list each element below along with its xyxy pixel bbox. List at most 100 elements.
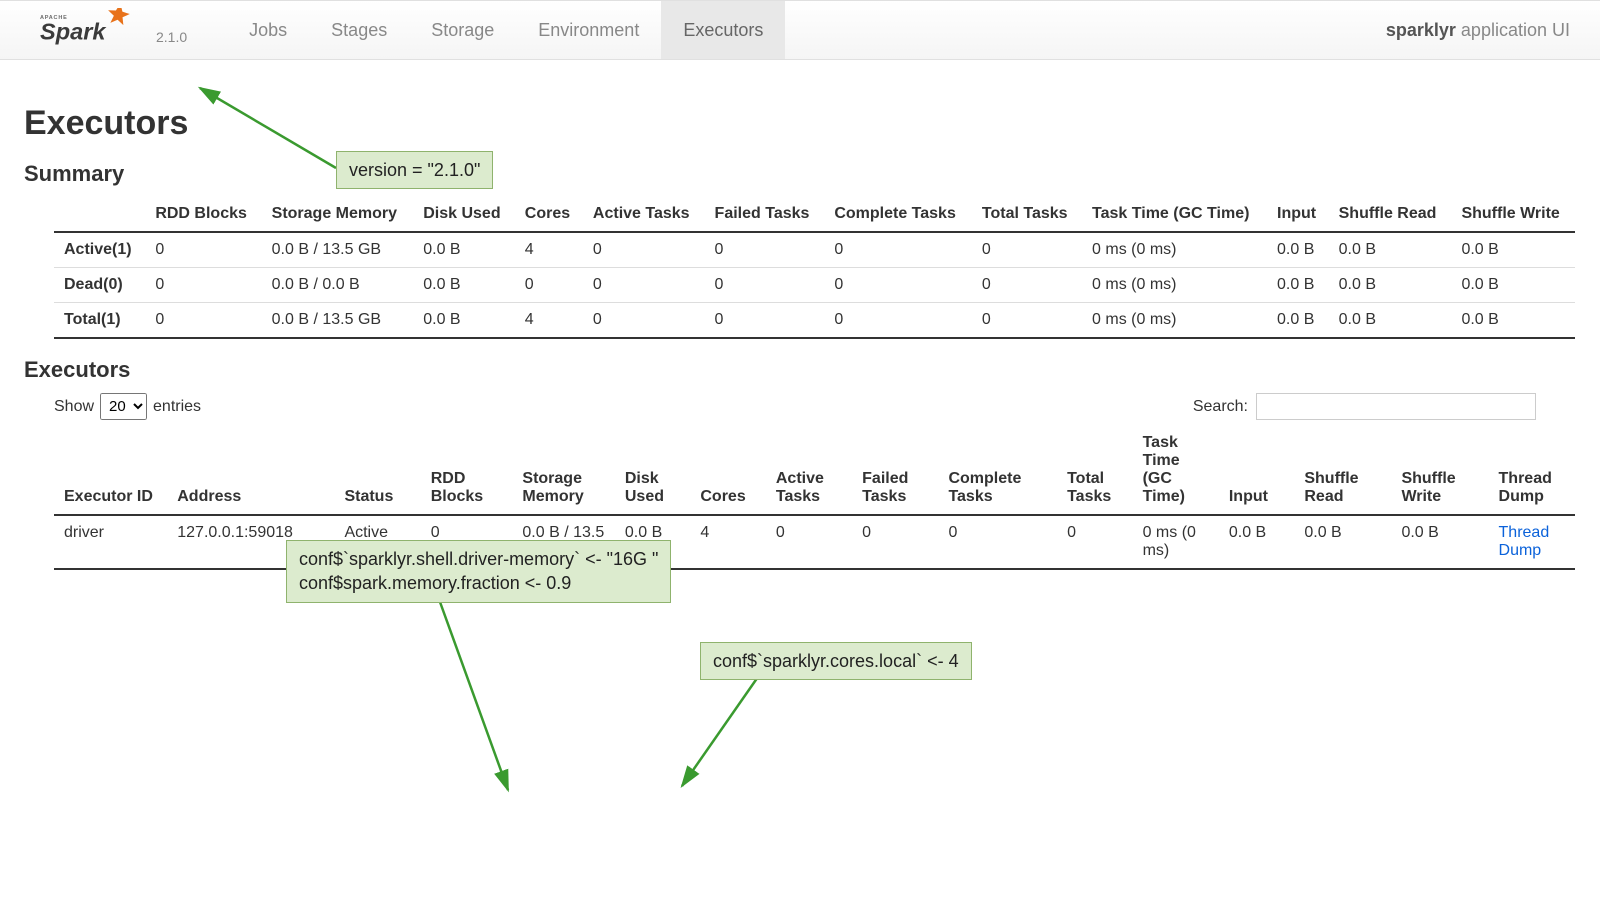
app-name: sparklyr application UI xyxy=(1386,20,1570,41)
summary-cell: 0 ms (0 ms) xyxy=(1082,303,1267,339)
summary-cell: 0 xyxy=(583,303,705,339)
summary-col-header[interactable]: Input xyxy=(1267,197,1329,232)
executor-cell: 0 xyxy=(852,515,938,569)
executors-col-header[interactable]: Input xyxy=(1219,426,1295,515)
summary-row: Dead(0)00.0 B / 0.0 B0.0 B000000 ms (0 m… xyxy=(54,268,1575,303)
summary-col-header[interactable]: Cores xyxy=(515,197,583,232)
nav-tab-environment[interactable]: Environment xyxy=(516,1,661,59)
summary-cell: 0.0 B xyxy=(413,303,515,339)
summary-cell: 0.0 B xyxy=(1451,268,1575,303)
executor-cell: 0.0 B xyxy=(1219,515,1295,569)
app-name-strong: sparklyr xyxy=(1386,20,1456,40)
navbar: Spark APACHE 2.1.0 JobsStagesStorageEnvi… xyxy=(0,0,1600,60)
executors-table: Executor IDAddressStatusRDD BlocksStorag… xyxy=(54,426,1575,570)
summary-col-header[interactable]: Disk Used xyxy=(413,197,515,232)
nav-tab-jobs[interactable]: Jobs xyxy=(227,1,309,59)
summary-cell: 0 xyxy=(145,268,261,303)
executors-col-header[interactable]: Cores xyxy=(690,426,766,515)
show-label: Show xyxy=(54,398,94,416)
page-title: Executors xyxy=(24,104,1576,143)
summary-cell: 0 xyxy=(705,232,825,268)
annotation-memory: conf$`sparklyr.shell.driver-memory` <- "… xyxy=(286,540,671,603)
summary-cell: 0 xyxy=(972,303,1082,339)
summary-cell: 0 xyxy=(145,232,261,268)
executor-cell: 0 xyxy=(1057,515,1133,569)
summary-cell: 0.0 B / 13.5 GB xyxy=(262,303,414,339)
thread-dump-link[interactable]: Thread Dump xyxy=(1499,524,1550,559)
summary-col-header[interactable]: Task Time (GC Time) xyxy=(1082,197,1267,232)
summary-cell: 0.0 B xyxy=(1451,232,1575,268)
executors-col-header[interactable]: Complete Tasks xyxy=(938,426,1057,515)
nav-tab-storage[interactable]: Storage xyxy=(409,1,516,59)
summary-row-label: Active(1) xyxy=(54,232,145,268)
executor-cell: 4 xyxy=(690,515,766,569)
summary-col-header[interactable]: Complete Tasks xyxy=(824,197,972,232)
summary-col-header[interactable]: Shuffle Read xyxy=(1329,197,1452,232)
summary-cell: 0 xyxy=(145,303,261,339)
executor-cell: 0 ms (0 ms) xyxy=(1133,515,1219,569)
entries-label: entries xyxy=(153,398,201,416)
summary-cell: 0 xyxy=(705,303,825,339)
summary-body: Active(1)00.0 B / 13.5 GB0.0 B400000 ms … xyxy=(54,232,1575,338)
summary-cell: 0 xyxy=(972,268,1082,303)
summary-cell: 0.0 B / 0.0 B xyxy=(262,268,414,303)
summary-cell: 0 xyxy=(824,268,972,303)
executors-col-header[interactable]: Address xyxy=(167,426,334,515)
summary-cell: 0.0 B xyxy=(1267,268,1329,303)
executors-col-header[interactable]: Thread Dump xyxy=(1489,426,1575,515)
annotation-cores: conf$`sparklyr.cores.local` <- 4 xyxy=(700,642,972,680)
summary-cell: 0 xyxy=(824,232,972,268)
summary-col-header[interactable]: Total Tasks xyxy=(972,197,1082,232)
executor-cell: 0 xyxy=(766,515,852,569)
summary-cell: 0.0 B xyxy=(1451,303,1575,339)
summary-col-header[interactable]: Storage Memory xyxy=(262,197,414,232)
search-input[interactable] xyxy=(1256,393,1536,420)
summary-col-header[interactable]: Failed Tasks xyxy=(705,197,825,232)
summary-cell: 0 xyxy=(705,268,825,303)
executors-col-header[interactable]: Failed Tasks xyxy=(852,426,938,515)
executor-cell: 0.0 B xyxy=(1294,515,1391,569)
summary-cell: 0.0 B xyxy=(1267,232,1329,268)
executors-col-header[interactable]: Disk Used xyxy=(615,426,691,515)
search-label: Search: xyxy=(1193,398,1248,416)
summary-col-header[interactable] xyxy=(54,197,145,232)
executors-col-header[interactable]: Task Time (GC Time) xyxy=(1133,426,1219,515)
summary-cell: 0 xyxy=(515,268,583,303)
executors-col-header[interactable]: Shuffle Read xyxy=(1294,426,1391,515)
summary-col-header[interactable]: Active Tasks xyxy=(583,197,705,232)
summary-cell: 0 ms (0 ms) xyxy=(1082,232,1267,268)
summary-cell: 0.0 B xyxy=(413,232,515,268)
summary-col-header[interactable]: Shuffle Write xyxy=(1451,197,1575,232)
summary-header-row: RDD BlocksStorage MemoryDisk UsedCoresAc… xyxy=(54,197,1575,232)
executors-col-header[interactable]: Status xyxy=(334,426,420,515)
nav-tab-executors[interactable]: Executors xyxy=(661,1,785,59)
executors-title: Executors xyxy=(24,357,1576,383)
content: Executors Summary RDD BlocksStorage Memo… xyxy=(0,60,1600,596)
summary-cell: 0.0 B xyxy=(1267,303,1329,339)
executors-col-header[interactable]: RDD Blocks xyxy=(421,426,513,515)
executors-header-row: Executor IDAddressStatusRDD BlocksStorag… xyxy=(54,426,1575,515)
executors-col-header[interactable]: Storage Memory xyxy=(512,426,614,515)
summary-row: Total(1)00.0 B / 13.5 GB0.0 B400000 ms (… xyxy=(54,303,1575,339)
executors-col-header[interactable]: Shuffle Write xyxy=(1391,426,1488,515)
svg-text:APACHE: APACHE xyxy=(40,15,68,21)
svg-text:Spark: Spark xyxy=(40,18,107,44)
summary-cell: 0.0 B / 13.5 GB xyxy=(262,232,414,268)
summary-cell: 0.0 B xyxy=(1329,268,1452,303)
summary-row-label: Total(1) xyxy=(54,303,145,339)
summary-cell: 0.0 B xyxy=(1329,303,1452,339)
executors-col-header[interactable]: Executor ID xyxy=(54,426,167,515)
summary-col-header[interactable]: RDD Blocks xyxy=(145,197,261,232)
summary-cell: 0 xyxy=(583,268,705,303)
executors-col-header[interactable]: Active Tasks xyxy=(766,426,852,515)
page-size-select[interactable]: 20 xyxy=(100,393,147,420)
brand-version: 2.1.0 xyxy=(156,29,187,45)
nav-tab-stages[interactable]: Stages xyxy=(309,1,409,59)
brand-logo[interactable]: Spark APACHE 2.1.0 xyxy=(40,8,187,52)
executors-col-header[interactable]: Total Tasks xyxy=(1057,426,1133,515)
app-name-rest: application UI xyxy=(1456,20,1570,40)
summary-table: RDD BlocksStorage MemoryDisk UsedCoresAc… xyxy=(54,197,1575,339)
summary-cell: 0 xyxy=(583,232,705,268)
summary-row: Active(1)00.0 B / 13.5 GB0.0 B400000 ms … xyxy=(54,232,1575,268)
summary-title: Summary xyxy=(24,161,1576,187)
